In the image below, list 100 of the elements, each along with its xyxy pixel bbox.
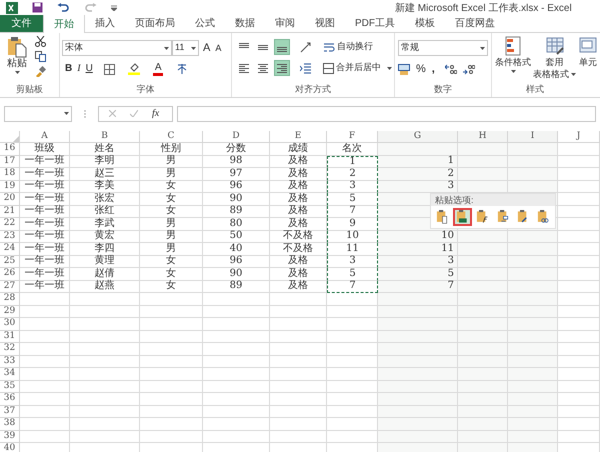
ribbon-tab[interactable]: 公式 (185, 14, 225, 32)
currency-icon[interactable] (398, 64, 410, 74)
table-cell: 男 (140, 218, 203, 230)
row-header[interactable]: 23 (0, 230, 20, 243)
row-header[interactable]: 37 (0, 406, 20, 418)
empty-cell (70, 368, 140, 380)
column-header[interactable]: C (140, 131, 203, 143)
paste-button[interactable]: 粘贴 (3, 36, 31, 83)
percent-button[interactable]: % (416, 64, 426, 74)
row-header[interactable]: 17 (0, 156, 20, 168)
row-header[interactable]: 38 (0, 418, 20, 430)
column-header[interactable]: B (70, 131, 140, 143)
row-header[interactable]: 32 (0, 343, 20, 356)
row-header[interactable]: 19 (0, 180, 20, 193)
column-header[interactable]: G (378, 131, 458, 143)
row-header[interactable]: 34 (0, 368, 20, 380)
cell-styles-button[interactable]: 单元 (578, 36, 598, 80)
row-header[interactable]: 31 (0, 330, 20, 343)
wrap-text-button[interactable]: 自动换行 (324, 40, 373, 54)
row-header[interactable]: 30 (0, 318, 20, 330)
table-cell: 李明 (70, 156, 140, 168)
row-header[interactable]: 39 (0, 430, 20, 443)
font-color-button[interactable]: A (152, 62, 164, 76)
ribbon-tab[interactable]: 模板 (405, 14, 445, 32)
table-cell: 一年一班 (20, 206, 70, 218)
row-header[interactable]: 28 (0, 293, 20, 306)
ribbon-tab[interactable]: 数据 (225, 14, 265, 32)
customize-caret-icon[interactable] (111, 4, 117, 10)
column-header[interactable]: E (270, 131, 327, 143)
table-cell: 一年一班 (20, 268, 70, 280)
horizontal-align-button[interactable] (274, 60, 290, 76)
fill-color-icon[interactable] (128, 63, 140, 75)
row-header[interactable]: 16 (0, 143, 20, 156)
table-cell: 分数 (203, 143, 270, 156)
vertical-align-button[interactable] (274, 39, 290, 55)
empty-cell (140, 406, 203, 418)
number-format-dropdown[interactable]: 常规 (398, 40, 488, 56)
scissors-icon[interactable] (35, 36, 46, 47)
underline-button[interactable]: U (86, 64, 93, 74)
undo-icon[interactable] (57, 2, 69, 12)
paste-transpose-icon (496, 210, 510, 224)
copy-icon[interactable] (35, 51, 46, 62)
shrink-font-button[interactable]: A (214, 44, 222, 52)
italic-button[interactable]: I (77, 64, 81, 74)
font-name-dropdown[interactable]: 宋体 (62, 40, 172, 56)
ribbon-tab[interactable]: 页面布局 (125, 14, 185, 32)
empty-cell (20, 368, 70, 380)
row-header[interactable]: 26 (0, 268, 20, 280)
empty-cell (203, 306, 270, 318)
table-cell: 89 (203, 280, 270, 293)
indent-icon[interactable] (300, 62, 311, 74)
row-header[interactable]: 21 (0, 206, 20, 218)
row-header[interactable]: 33 (0, 356, 20, 368)
ribbon-tab[interactable]: 插入 (85, 14, 125, 32)
table-cell: 80 (203, 218, 270, 230)
ribbon-tab[interactable]: 百度网盘 (445, 14, 505, 32)
excel-logo-icon[interactable] (6, 2, 18, 14)
column-header[interactable]: H (458, 131, 508, 143)
comma-button[interactable]: , (432, 64, 435, 74)
table-cell: 一年一班 (20, 243, 70, 256)
column-header[interactable]: A (20, 131, 70, 143)
check-icon[interactable] (130, 110, 138, 117)
drag-handle-icon[interactable] (84, 110, 86, 118)
font-size-dropdown[interactable]: 11 (172, 40, 199, 56)
row-header[interactable]: 22 (0, 218, 20, 230)
borders-icon[interactable] (104, 64, 115, 74)
row-header[interactable]: 29 (0, 306, 20, 318)
ribbon-tab[interactable]: 开始 (43, 14, 85, 33)
formula-input[interactable] (177, 106, 596, 122)
column-header[interactable]: J (558, 131, 600, 143)
format-painter-icon[interactable] (35, 66, 46, 77)
bold-button[interactable]: B (65, 64, 72, 74)
phonetic-icon[interactable] (176, 63, 188, 75)
decrease-decimal-icon[interactable] (462, 64, 475, 74)
ribbon-tab[interactable]: PDF工具 (345, 14, 405, 32)
ribbon-tab[interactable]: 审阅 (265, 14, 305, 32)
increase-decimal-icon[interactable] (444, 64, 457, 74)
row-header[interactable]: 18 (0, 168, 20, 180)
conditional-format-button[interactable]: 条件格式 (495, 36, 531, 80)
table-format-button[interactable]: 套用 表格格式 (533, 36, 576, 80)
empty-cell (70, 343, 140, 356)
orientation-icon[interactable] (300, 41, 312, 53)
row-header[interactable]: 24 (0, 243, 20, 256)
column-header[interactable]: I (508, 131, 558, 143)
row-header[interactable]: 36 (0, 393, 20, 406)
column-header[interactable]: D (203, 131, 270, 143)
ribbon-tab[interactable]: 视图 (305, 14, 345, 32)
row-header[interactable]: 25 (0, 256, 20, 268)
file-tab[interactable]: 文件 (0, 14, 43, 32)
insert-function-button[interactable]: fx (152, 108, 160, 118)
save-icon[interactable] (32, 2, 43, 13)
grow-font-button[interactable]: A (202, 42, 212, 54)
group-label: 样式 (526, 83, 544, 96)
row-header[interactable]: 40 (0, 443, 20, 452)
row-header[interactable]: 35 (0, 380, 20, 393)
empty-cell (70, 293, 140, 306)
row-header[interactable]: 27 (0, 280, 20, 293)
merge-center-button[interactable]: 合并后居中 (323, 61, 392, 75)
paste-option-button[interactable] (453, 208, 472, 226)
row-header[interactable]: 20 (0, 193, 20, 206)
